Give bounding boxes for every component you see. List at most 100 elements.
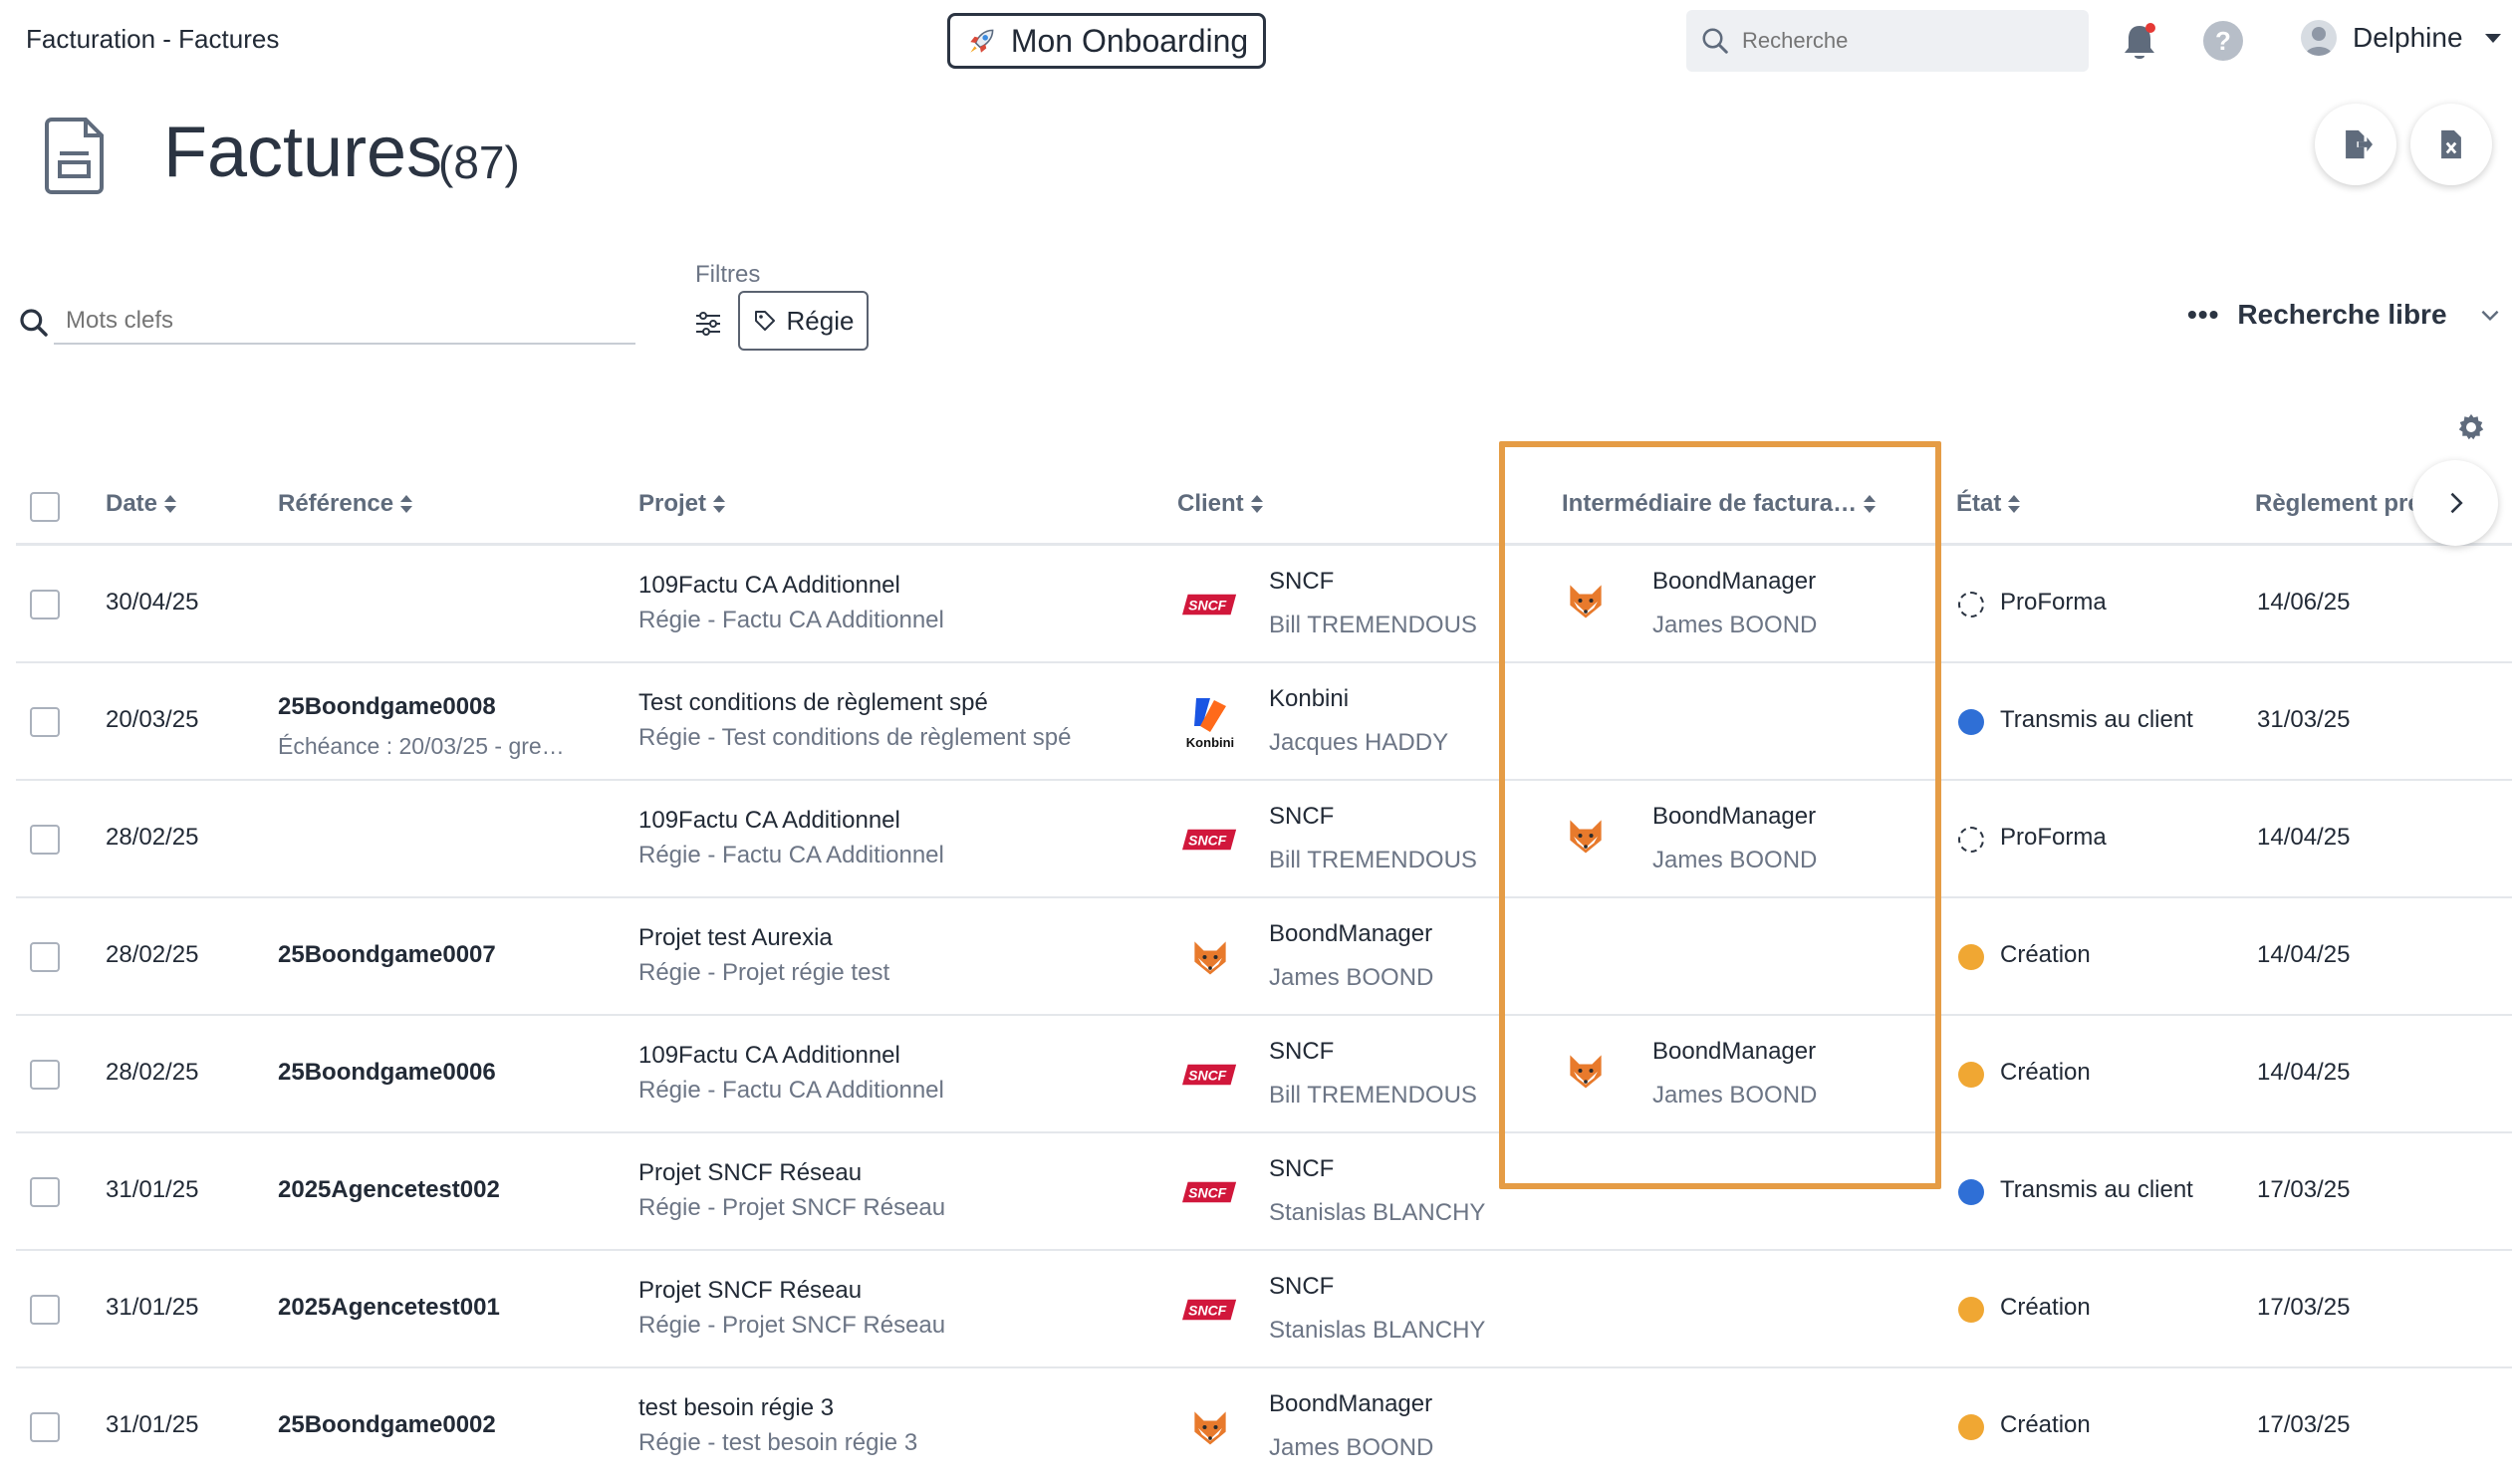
fox-logo bbox=[1563, 578, 1615, 629]
row-project-sub: Régie - Factu CA Additionnel bbox=[638, 607, 944, 633]
table-row[interactable]: 20/03/25 25Boondgame0008 Échéance : 20/03/… bbox=[16, 663, 2512, 781]
excel-export-button[interactable] bbox=[2410, 104, 2492, 185]
breadcrumb: Facturation - Factures bbox=[26, 24, 280, 54]
column-reference[interactable]: Référence bbox=[278, 490, 413, 518]
column-etat[interactable]: État bbox=[1956, 490, 2021, 518]
state-indicator-icon bbox=[1958, 709, 1984, 735]
fox-logo bbox=[1179, 1402, 1241, 1452]
select-all-checkbox[interactable] bbox=[30, 492, 60, 522]
user-menu[interactable]: Delphine bbox=[2301, 20, 2501, 56]
row-checkbox[interactable] bbox=[30, 707, 60, 737]
column-date[interactable]: Date bbox=[106, 490, 177, 518]
row-client[interactable]: BoondManager bbox=[1269, 920, 1432, 948]
row-reference[interactable]: 25Boondgame0008 bbox=[278, 693, 496, 721]
row-client-contact[interactable]: Stanislas BLANCHY bbox=[1269, 1199, 1485, 1227]
row-intermediaire[interactable]: BoondManager bbox=[1652, 568, 1816, 596]
row-client[interactable]: Konbini bbox=[1269, 685, 1349, 713]
row-client-contact[interactable]: Jacques HADDY bbox=[1269, 729, 1448, 757]
row-reference[interactable]: 2025Agencetest001 bbox=[278, 1294, 500, 1322]
row-project[interactable]: test besoin régie 3 bbox=[638, 1394, 834, 1422]
row-project-sub: Régie - Factu CA Additionnel bbox=[638, 842, 944, 868]
scroll-right-button[interactable] bbox=[2412, 460, 2498, 546]
table-row[interactable]: 30/04/25 109Factu CA Additionnel Régie - F… bbox=[16, 546, 2512, 663]
row-checkbox[interactable] bbox=[30, 1177, 60, 1207]
row-client[interactable]: SNCF bbox=[1269, 1038, 1334, 1066]
table-row[interactable]: 28/02/25 109Factu CA Additionnel Régie - F… bbox=[16, 781, 2512, 898]
row-intermediaire-contact[interactable]: James BOOND bbox=[1652, 1082, 1817, 1110]
row-project[interactable]: 109Factu CA Additionnel bbox=[638, 807, 900, 835]
row-project[interactable]: Projet test Aurexia bbox=[638, 924, 833, 952]
table-row[interactable]: 31/01/25 2025Agencetest001 Projet SNCF Rés… bbox=[16, 1251, 2512, 1368]
row-client[interactable]: SNCF bbox=[1269, 1273, 1334, 1301]
table-row[interactable]: 31/01/25 2025Agencetest002 Projet SNCF Rés… bbox=[16, 1133, 2512, 1251]
row-reference[interactable]: 2025Agencetest002 bbox=[278, 1176, 500, 1204]
column-projet[interactable]: Projet bbox=[638, 490, 726, 518]
fox-logo bbox=[1179, 932, 1241, 982]
row-project[interactable]: Projet SNCF Réseau bbox=[638, 1159, 862, 1187]
row-client-contact[interactable]: Bill TREMENDOUS bbox=[1269, 612, 1477, 639]
sort-icon bbox=[713, 495, 726, 513]
column-etat-label: État bbox=[1956, 490, 2002, 517]
state-indicator-icon bbox=[1958, 827, 1984, 853]
row-project[interactable]: 109Factu CA Additionnel bbox=[638, 572, 900, 600]
invoice-count: (87) bbox=[438, 136, 520, 188]
row-checkbox[interactable] bbox=[30, 825, 60, 855]
row-state: Transmis au client bbox=[2000, 706, 2193, 733]
row-project[interactable]: Test conditions de règlement spé bbox=[638, 689, 988, 717]
row-client-contact[interactable]: Stanislas BLANCHY bbox=[1269, 1317, 1485, 1345]
table-row[interactable]: 28/02/25 25Boondgame0007 Projet test Aurex… bbox=[16, 898, 2512, 1016]
row-checkbox[interactable] bbox=[30, 1412, 60, 1442]
export-icon bbox=[2346, 129, 2373, 159]
column-client[interactable]: Client bbox=[1177, 490, 1264, 518]
row-checkbox[interactable] bbox=[30, 1295, 60, 1325]
keyword-input[interactable] bbox=[54, 299, 635, 345]
filter-chip-label: Régie bbox=[786, 305, 855, 336]
column-intermediaire-label: Intermédiaire de factura… bbox=[1562, 490, 1858, 517]
column-intermediaire[interactable]: Intermédiaire de factura… bbox=[1562, 490, 1877, 518]
column-reglement[interactable]: Règlement pré bbox=[2255, 490, 2421, 518]
export-button[interactable] bbox=[2315, 104, 2396, 185]
row-reference[interactable]: 25Boondgame0002 bbox=[278, 1411, 496, 1439]
row-project-sub: Régie - Factu CA Additionnel bbox=[638, 1077, 944, 1104]
table-row[interactable]: 31/01/25 25Boondgame0002 test besoin régie… bbox=[16, 1368, 2512, 1484]
column-reglement-label: Règlement pré bbox=[2255, 490, 2421, 517]
row-checkbox[interactable] bbox=[30, 942, 60, 972]
row-client-contact[interactable]: James BOOND bbox=[1269, 1434, 1433, 1462]
row-intermediaire[interactable]: BoondManager bbox=[1652, 803, 1816, 831]
table-row[interactable]: 28/02/25 25Boondgame0006 109Factu CA Addit… bbox=[16, 1016, 2512, 1133]
row-reglement: 31/03/25 bbox=[2257, 706, 2351, 733]
row-checkbox[interactable] bbox=[30, 590, 60, 619]
global-search[interactable] bbox=[1686, 10, 2089, 72]
filter-chip-regie[interactable]: Régie bbox=[738, 291, 869, 351]
filter-sliders-icon[interactable] bbox=[693, 309, 723, 339]
row-project[interactable]: 109Factu CA Additionnel bbox=[638, 1042, 900, 1070]
row-project[interactable]: Projet SNCF Réseau bbox=[638, 1277, 862, 1305]
row-client[interactable]: SNCF bbox=[1269, 1155, 1334, 1183]
keyword-search[interactable] bbox=[18, 299, 635, 347]
help-icon[interactable]: ? bbox=[2203, 21, 2243, 61]
row-reference[interactable]: 25Boondgame0006 bbox=[278, 1059, 496, 1087]
row-intermediaire-contact[interactable]: James BOOND bbox=[1652, 612, 1817, 639]
row-client-contact[interactable]: Bill TREMENDOUS bbox=[1269, 847, 1477, 874]
row-client[interactable]: SNCF bbox=[1269, 568, 1334, 596]
search-icon bbox=[1702, 28, 1728, 54]
row-state: Création bbox=[2000, 941, 2091, 968]
global-search-input[interactable] bbox=[1742, 28, 2071, 54]
row-client[interactable]: SNCF bbox=[1269, 803, 1334, 831]
gear-icon[interactable] bbox=[2456, 412, 2486, 442]
row-checkbox[interactable] bbox=[30, 1060, 60, 1090]
row-reference-due: Échéance : 20/03/25 - gre… bbox=[278, 733, 565, 759]
free-search-toggle[interactable]: ••• Recherche libre bbox=[2187, 299, 2503, 331]
notification-bell-icon[interactable] bbox=[2120, 20, 2159, 64]
row-client-contact[interactable]: James BOOND bbox=[1269, 964, 1433, 992]
row-client[interactable]: BoondManager bbox=[1269, 1390, 1432, 1418]
row-client-contact[interactable]: Bill TREMENDOUS bbox=[1269, 1082, 1477, 1110]
row-intermediaire-contact[interactable]: James BOOND bbox=[1652, 847, 1817, 874]
row-reference[interactable]: 25Boondgame0007 bbox=[278, 941, 496, 969]
row-date: 28/02/25 bbox=[106, 941, 199, 968]
onboarding-button[interactable]: Mon Onboarding bbox=[947, 13, 1266, 69]
sncf-logo: SNCF bbox=[1179, 580, 1241, 629]
state-indicator-icon bbox=[1958, 1062, 1984, 1088]
row-project-sub: Régie - Projet régie test bbox=[638, 959, 890, 986]
row-intermediaire[interactable]: BoondManager bbox=[1652, 1038, 1816, 1066]
